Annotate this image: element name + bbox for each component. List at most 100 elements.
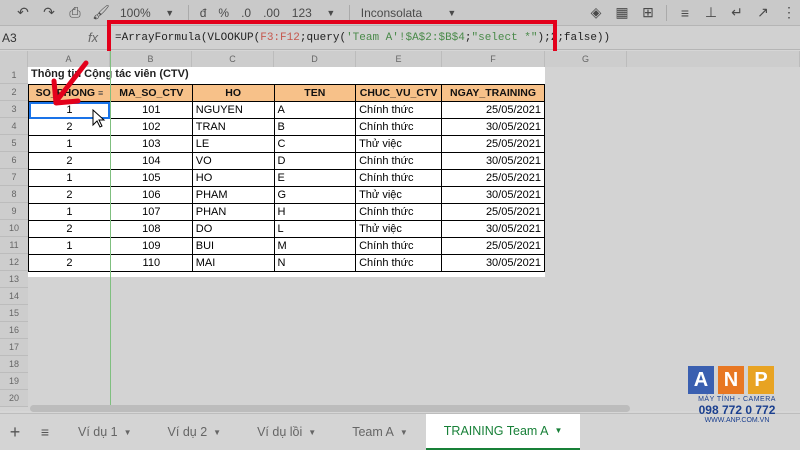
- increase-decimal-button[interactable]: .00: [259, 6, 284, 20]
- tab-vi-du-2[interactable]: Ví dụ 2 ▼: [150, 414, 240, 450]
- row-header[interactable]: 6: [0, 152, 28, 169]
- horizontal-scrollbar[interactable]: [30, 405, 630, 412]
- row-header[interactable]: 8: [0, 186, 28, 203]
- table-cell[interactable]: PHAM: [191, 186, 275, 204]
- table-cell[interactable]: 2: [28, 254, 111, 272]
- tab-team-a[interactable]: Team A ▼: [334, 414, 426, 450]
- row-header[interactable]: 12: [0, 254, 28, 271]
- row-header[interactable]: 9: [0, 203, 28, 220]
- font-select[interactable]: Inconsolata: [357, 6, 437, 20]
- table-cell[interactable]: 2: [28, 220, 111, 238]
- table-cell[interactable]: DO: [191, 220, 275, 238]
- table-cell[interactable]: E: [273, 169, 357, 187]
- table-cell[interactable]: 1: [28, 237, 111, 255]
- table-cell[interactable]: Thử việc: [355, 135, 443, 153]
- row-header[interactable]: 19: [0, 373, 28, 390]
- table-cell[interactable]: 110: [109, 254, 193, 272]
- undo-icon[interactable]: ↶: [12, 2, 34, 24]
- align-icon[interactable]: ≡: [674, 2, 696, 24]
- table-cell[interactable]: Chính thức: [355, 152, 443, 170]
- row-header[interactable]: 15: [0, 305, 28, 322]
- header-cell[interactable]: NGAY_TRAINING: [441, 84, 545, 102]
- table-cell[interactable]: Chính thức: [355, 203, 443, 221]
- table-cell[interactable]: 30/05/2021: [441, 186, 545, 204]
- row-header[interactable]: 4: [0, 118, 28, 135]
- table-cell[interactable]: Thử việc: [355, 186, 443, 204]
- tab-vi-du-1[interactable]: Ví dụ 1 ▼: [60, 414, 150, 450]
- table-cell[interactable]: 107: [109, 203, 193, 221]
- decrease-decimal-button[interactable]: .0: [237, 6, 255, 20]
- col-header-f[interactable]: F: [442, 51, 545, 67]
- table-cell[interactable]: 108: [109, 220, 193, 238]
- more-icon[interactable]: ⋮: [778, 2, 800, 24]
- row-header[interactable]: 10: [0, 220, 28, 237]
- table-cell[interactable]: 25/05/2021: [441, 101, 545, 119]
- table-cell[interactable]: 1: [28, 169, 111, 187]
- row-header[interactable]: 3: [0, 101, 28, 118]
- table-cell[interactable]: G: [273, 186, 357, 204]
- table-cell[interactable]: 25/05/2021: [441, 135, 545, 153]
- table-cell[interactable]: BUI: [191, 237, 275, 255]
- table-cell[interactable]: 25/05/2021: [441, 169, 545, 187]
- row-header[interactable]: 14: [0, 288, 28, 305]
- table-cell[interactable]: HO: [191, 169, 275, 187]
- row-header[interactable]: 20: [0, 390, 28, 407]
- table-cell[interactable]: Chính thức: [355, 254, 443, 272]
- table-cell[interactable]: 104: [109, 152, 193, 170]
- valign-icon[interactable]: ⊥: [700, 2, 722, 24]
- merge-cells-icon[interactable]: ⊞: [637, 2, 659, 24]
- table-cell[interactable]: 1: [28, 203, 111, 221]
- rotate-icon[interactable]: ↗: [752, 2, 774, 24]
- table-cell[interactable]: 30/05/2021: [441, 152, 545, 170]
- chevron-down-icon[interactable]: ▼: [308, 428, 316, 437]
- print-icon[interactable]: ⎙: [64, 2, 86, 24]
- table-cell[interactable]: M: [273, 237, 357, 255]
- table-cell[interactable]: 109: [109, 237, 193, 255]
- header-cell[interactable]: MA_SO_CTV: [109, 84, 193, 102]
- table-cell[interactable]: VO: [191, 152, 275, 170]
- col-header-e[interactable]: E: [356, 51, 442, 67]
- row-header[interactable]: 18: [0, 356, 28, 373]
- table-cell[interactable]: 25/05/2021: [441, 203, 545, 221]
- table-cell[interactable]: MAI: [191, 254, 275, 272]
- row-header[interactable]: 1: [0, 67, 28, 84]
- header-cell[interactable]: CHUC_VU_CTV: [355, 84, 443, 102]
- table-cell[interactable]: PHAN: [191, 203, 275, 221]
- chevron-down-icon[interactable]: ▼: [554, 426, 562, 435]
- table-cell[interactable]: A: [273, 101, 357, 119]
- table-cell[interactable]: B: [273, 118, 357, 136]
- table-cell[interactable]: 102: [109, 118, 193, 136]
- name-box[interactable]: A3: [0, 26, 70, 49]
- tab-training-team-a[interactable]: TRAINING Team A ▼: [425, 413, 581, 450]
- borders-icon[interactable]: ▦: [611, 2, 633, 24]
- chevron-down-icon[interactable]: ▼: [400, 428, 408, 437]
- table-cell[interactable]: L: [273, 220, 357, 238]
- add-sheet-button[interactable]: +: [0, 422, 30, 443]
- table-cell[interactable]: Thử việc: [355, 220, 443, 238]
- row-header[interactable]: 16: [0, 322, 28, 339]
- table-cell[interactable]: 101: [109, 101, 193, 119]
- wrap-icon[interactable]: ↵: [726, 2, 748, 24]
- tab-vi-du-loi[interactable]: Ví dụ lồi ▼: [239, 414, 334, 450]
- table-cell[interactable]: NGUYEN: [191, 101, 275, 119]
- table-cell[interactable]: Chính thức: [355, 118, 443, 136]
- row-header[interactable]: 7: [0, 169, 28, 186]
- table-cell[interactable]: Chính thức: [355, 169, 443, 187]
- table-cell[interactable]: D: [273, 152, 357, 170]
- row-header[interactable]: 5: [0, 135, 28, 152]
- chevron-down-icon[interactable]: ▼: [213, 428, 221, 437]
- header-cell[interactable]: HO: [191, 84, 275, 102]
- table-cell[interactable]: 25/05/2021: [441, 237, 545, 255]
- table-cell[interactable]: 1: [28, 135, 111, 153]
- more-formats-button[interactable]: 123: [288, 6, 316, 20]
- row-header[interactable]: 17: [0, 339, 28, 356]
- table-cell[interactable]: N: [273, 254, 357, 272]
- table-cell[interactable]: 106: [109, 186, 193, 204]
- row-header[interactable]: 11: [0, 237, 28, 254]
- table-cell[interactable]: 30/05/2021: [441, 220, 545, 238]
- table-cell[interactable]: 105: [109, 169, 193, 187]
- table-cell[interactable]: TRAN: [191, 118, 275, 136]
- row-header[interactable]: 2: [0, 84, 28, 101]
- chevron-down-icon[interactable]: ▼: [124, 428, 132, 437]
- all-sheets-icon[interactable]: ≡: [30, 424, 60, 440]
